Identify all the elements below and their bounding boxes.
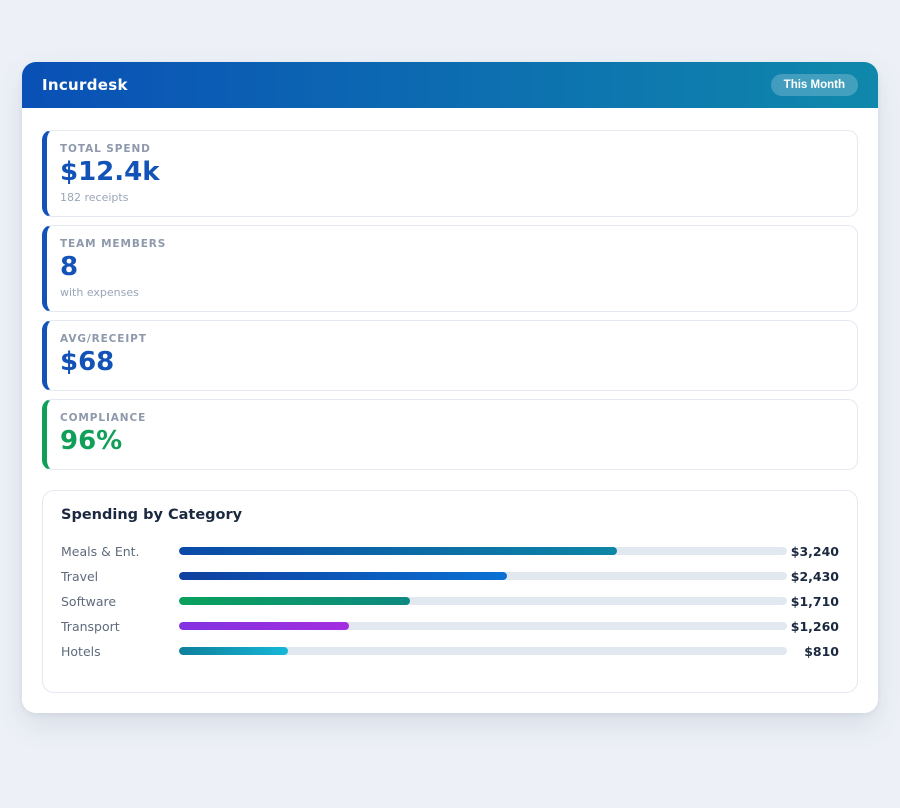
app-header: Incurdesk This Month: [22, 62, 878, 108]
stat-label: COMPLIANCE: [60, 412, 841, 424]
spending-by-category-chart: Spending by Category Meals & Ent. $3,240…: [42, 490, 858, 693]
chart-row-software: Software $1,710: [61, 589, 839, 614]
stat-card-team-members: TEAM MEMBERS 8 with expenses: [42, 225, 858, 312]
stat-value: 96%: [60, 427, 841, 457]
category-value: $1,710: [787, 594, 839, 609]
category-value: $3,240: [787, 544, 839, 559]
chart-row-travel: Travel $2,430: [61, 564, 839, 589]
bar-track: [179, 597, 787, 605]
period-badge[interactable]: This Month: [771, 74, 858, 96]
bar-track: [179, 547, 787, 555]
stat-subtitle: 182 receipts: [60, 191, 841, 204]
app-title: Incurdesk: [42, 76, 128, 94]
stat-card-total-spend: TOTAL SPEND $12.4k 182 receipts: [42, 130, 858, 217]
category-value: $2,430: [787, 569, 839, 584]
bar-track: [179, 622, 787, 630]
stat-value: 8: [60, 253, 841, 283]
dashboard-body: TOTAL SPEND $12.4k 182 receipts TEAM MEM…: [22, 108, 878, 713]
stat-card-avg-receipt: AVG/RECEIPT $68: [42, 320, 858, 391]
category-label: Meals & Ent.: [61, 544, 179, 559]
category-label: Software: [61, 594, 179, 609]
bar-fill-software: [179, 597, 410, 605]
chart-row-hotels: Hotels $810: [61, 639, 839, 664]
chart-title: Spending by Category: [61, 507, 839, 523]
stat-value: $12.4k: [60, 158, 841, 188]
stat-label: TOTAL SPEND: [60, 143, 841, 155]
category-label: Hotels: [61, 644, 179, 659]
bar-fill-meals: [179, 547, 617, 555]
dashboard-panel: Incurdesk This Month TOTAL SPEND $12.4k …: [22, 62, 878, 713]
category-value: $810: [787, 644, 839, 659]
category-label: Transport: [61, 619, 179, 634]
bar-fill-travel: [179, 572, 507, 580]
bar-track: [179, 647, 787, 655]
stat-label: TEAM MEMBERS: [60, 238, 841, 250]
stat-subtitle: with expenses: [60, 286, 841, 299]
chart-row-meals: Meals & Ent. $3,240: [61, 539, 839, 564]
category-label: Travel: [61, 569, 179, 584]
stat-card-compliance: COMPLIANCE 96%: [42, 399, 858, 470]
bar-fill-hotels: [179, 647, 288, 655]
chart-row-transport: Transport $1,260: [61, 614, 839, 639]
bar-track: [179, 572, 787, 580]
category-value: $1,260: [787, 619, 839, 634]
stat-value: $68: [60, 348, 841, 378]
bar-fill-transport: [179, 622, 349, 630]
stat-label: AVG/RECEIPT: [60, 333, 841, 345]
